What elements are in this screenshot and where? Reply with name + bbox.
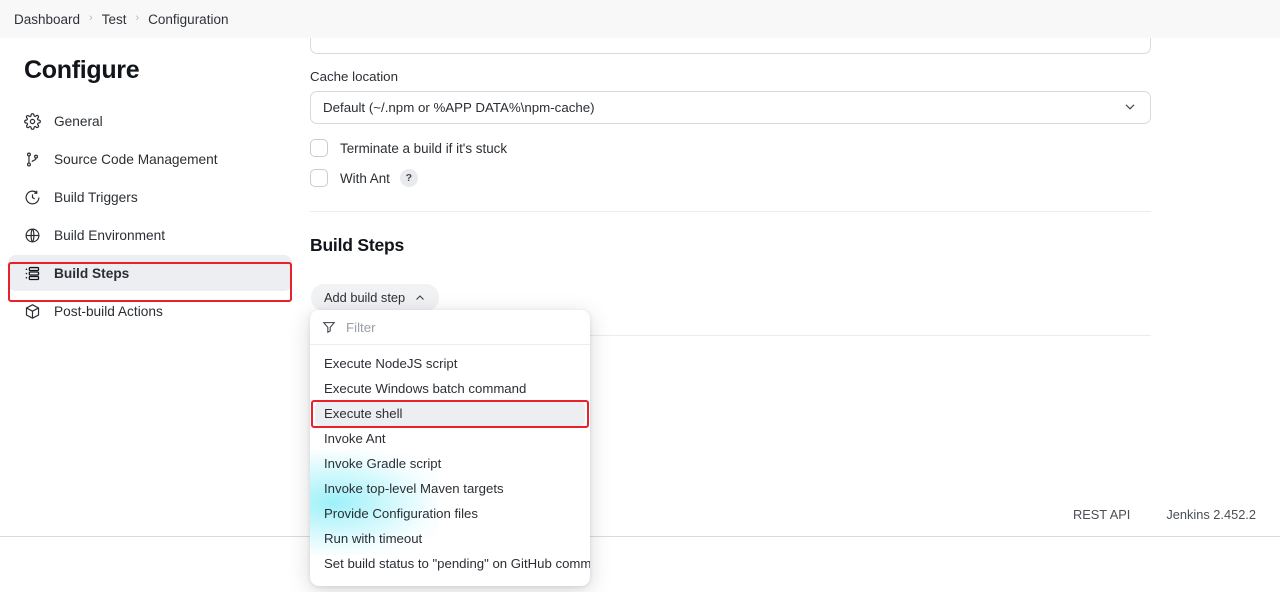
breadcrumb-separator-icon: › xyxy=(135,12,140,24)
with-ant-checkbox[interactable] xyxy=(310,169,328,187)
sidebar-item-build-environment[interactable]: Build Environment xyxy=(8,217,292,253)
sidebar-item-build-steps[interactable]: Build Steps xyxy=(8,255,292,291)
sidebar-item-label: Build Steps xyxy=(54,265,130,281)
sidebar-item-label: Build Triggers xyxy=(54,189,138,205)
menu-item-run-with-timeout[interactable]: Run with timeout xyxy=(310,526,590,551)
sidebar-item-build-triggers[interactable]: Build Triggers xyxy=(8,179,292,215)
chevron-down-icon xyxy=(1123,99,1137,116)
filter-input-row[interactable]: Filter xyxy=(310,310,590,345)
list-icon xyxy=(22,263,42,283)
with-ant-row[interactable]: With Ant ? xyxy=(310,169,418,187)
git-branch-icon xyxy=(22,149,42,169)
menu-item-invoke-ant[interactable]: Invoke Ant xyxy=(310,426,590,451)
terminate-build-label: Terminate a build if it's stuck xyxy=(340,140,508,156)
clock-icon xyxy=(22,187,42,207)
package-icon xyxy=(22,301,42,321)
terminate-build-checkbox[interactable] xyxy=(310,139,328,157)
menu-item-execute-shell[interactable]: Execute shell xyxy=(315,401,585,426)
sidebar: Configure General Source Code Management… xyxy=(0,38,300,331)
menu-item-provide-configuration-files[interactable]: Provide Configuration files xyxy=(310,501,590,526)
add-build-step-button[interactable]: Add build step xyxy=(311,284,440,311)
filter-icon xyxy=(322,320,336,334)
add-build-step-label: Add build step xyxy=(324,290,406,305)
section-divider xyxy=(310,211,1151,212)
sidebar-item-label: Build Environment xyxy=(54,227,166,243)
breadcrumb: Dashboard › Test › Configuration xyxy=(0,0,1280,38)
breadcrumb-item-test[interactable]: Test xyxy=(102,12,127,27)
help-icon[interactable]: ? xyxy=(399,169,418,187)
breadcrumb-item-configuration[interactable]: Configuration xyxy=(148,12,228,27)
sidebar-item-label: Source Code Management xyxy=(54,151,218,167)
cache-location-field: Cache location Default (~/.npm or %APP D… xyxy=(310,69,1151,124)
build-steps-heading: Build Steps xyxy=(310,235,405,255)
footer: REST API Jenkins 2.452.2 xyxy=(0,507,1280,583)
filter-input[interactable]: Filter xyxy=(346,320,376,335)
menu-item-invoke-top-level-maven-targets[interactable]: Invoke top-level Maven targets xyxy=(310,476,590,501)
menu-item-execute-windows-batch-command[interactable]: Execute Windows batch command xyxy=(310,376,590,401)
build-step-dropdown: Filter Execute NodeJS script Execute Win… xyxy=(310,310,590,586)
main-content: Cache location Default (~/.npm or %APP D… xyxy=(300,28,1280,586)
chevron-up-icon xyxy=(414,292,426,304)
page-body: Configure General Source Code Management… xyxy=(0,28,1280,586)
terminate-build-row[interactable]: Terminate a build if it's stuck xyxy=(310,139,507,157)
sidebar-item-label: Post-build Actions xyxy=(54,303,163,319)
cache-location-select[interactable]: Default (~/.npm or %APP DATA%\npm-cache) xyxy=(310,91,1151,124)
jenkins-version: Jenkins 2.452.2 xyxy=(1166,507,1256,522)
with-ant-label: With Ant xyxy=(340,170,390,186)
rest-api-link[interactable]: REST API xyxy=(1073,507,1130,522)
menu-item-set-build-status-pending[interactable]: Set build status to "pending" on GitHub … xyxy=(310,551,590,576)
sidebar-item-label: General xyxy=(54,113,103,129)
sidebar-item-post-build-actions[interactable]: Post-build Actions xyxy=(8,293,292,329)
gear-icon xyxy=(22,111,42,131)
globe-icon xyxy=(22,225,42,245)
menu-item-invoke-gradle-script[interactable]: Invoke Gradle script xyxy=(310,451,590,476)
breadcrumb-separator-icon: › xyxy=(89,12,93,24)
menu-item-execute-nodejs-script[interactable]: Execute NodeJS script xyxy=(310,351,590,376)
cache-location-value: Default (~/.npm or %APP DATA%\npm-cache) xyxy=(323,100,595,115)
sidebar-item-general[interactable]: General xyxy=(8,103,292,139)
cache-location-label: Cache location xyxy=(310,69,398,84)
build-step-menu-list: Execute NodeJS script Execute Windows ba… xyxy=(310,345,590,586)
page-title: Configure xyxy=(24,56,140,84)
breadcrumb-item-dashboard[interactable]: Dashboard xyxy=(14,12,80,27)
sidebar-item-source-code-management[interactable]: Source Code Management xyxy=(8,141,292,177)
